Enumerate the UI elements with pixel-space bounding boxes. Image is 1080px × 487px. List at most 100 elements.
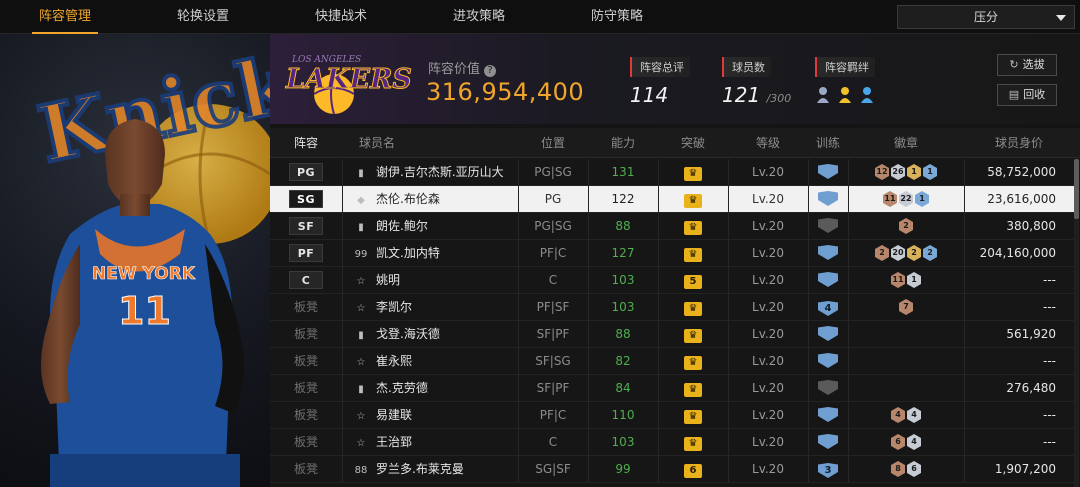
col-position[interactable]: 位置: [518, 128, 588, 158]
lineup-slot-cell[interactable]: 板凳: [270, 321, 342, 347]
breakthrough-cell[interactable]: ♛: [658, 348, 728, 374]
training-cell[interactable]: [808, 429, 848, 455]
lineup-slot-cell[interactable]: 板凳: [270, 456, 342, 482]
badges-cell[interactable]: [848, 348, 964, 374]
breakthrough-cell[interactable]: 5: [658, 267, 728, 293]
tab-lineup-management[interactable]: 阵容管理: [10, 0, 120, 34]
lineup-slot-cell[interactable]: 板凳: [270, 294, 342, 320]
badges-cell[interactable]: 11 22 1: [848, 186, 964, 212]
bench-label: 板凳: [293, 327, 318, 341]
table-scrollbar[interactable]: [1074, 159, 1079, 487]
badges-cell[interactable]: 2: [848, 213, 964, 239]
breakthrough-cell[interactable]: 6: [658, 456, 728, 482]
breakthrough-cell[interactable]: ♛: [658, 294, 728, 320]
tab-rotation-settings[interactable]: 轮换设置: [148, 0, 258, 34]
badges-cell[interactable]: [848, 375, 964, 401]
select-button[interactable]: ↻ 选拔: [997, 54, 1057, 76]
badges-cell[interactable]: [848, 321, 964, 347]
player-name-cell[interactable]: ☆ 易建联: [342, 402, 518, 428]
training-cell[interactable]: 4: [808, 294, 848, 320]
badges-cell[interactable]: 86: [848, 456, 964, 482]
training-cell[interactable]: [808, 375, 848, 401]
training-cell[interactable]: [808, 240, 848, 266]
table-row[interactable]: 板凳 ☆ 崔永熙 SF|SG 82 ♛ Lv.20 ---: [270, 348, 1074, 375]
breakthrough-cell[interactable]: ♛: [658, 240, 728, 266]
col-ability[interactable]: 能力: [588, 128, 658, 158]
bronze-badge-icon: 2: [875, 245, 889, 261]
player-name-cell[interactable]: ☆ 崔永熙: [342, 348, 518, 374]
table-row[interactable]: 板凳 ▮ 戈登.海沃德 SF|PF 88 ♛ Lv.20 561,920: [270, 321, 1074, 348]
lineup-slot-cell[interactable]: SG: [270, 186, 342, 212]
lineup-slot-cell[interactable]: SF: [270, 213, 342, 239]
training-cell[interactable]: [808, 267, 848, 293]
tab-quick-tactics[interactable]: 快捷战术: [286, 0, 396, 34]
tab-defense-strategy[interactable]: 防守策略: [562, 0, 672, 34]
player-name-cell[interactable]: ▮ 朗佐.鲍尔: [342, 213, 518, 239]
player-name-cell[interactable]: ☆ 姚明: [342, 267, 518, 293]
badges-cell[interactable]: 7: [848, 294, 964, 320]
table-row[interactable]: 板凳 88 罗兰多.布莱克曼 SG|SF 99 6 Lv.20 3 8 6 1,907,200: [270, 456, 1074, 483]
badges-cell[interactable]: 64: [848, 429, 964, 455]
col-player-value[interactable]: 球员身价: [964, 128, 1074, 158]
lineup-slot-cell[interactable]: 板凳: [270, 375, 342, 401]
lineup-slot-cell[interactable]: PG: [270, 159, 342, 185]
player-name-cell[interactable]: 99 凯文.加内特: [342, 240, 518, 266]
col-breakthrough[interactable]: 突破: [658, 128, 728, 158]
player-name-cell[interactable]: ▮ 杰.克劳德: [342, 375, 518, 401]
table-row[interactable]: 板凳 ☆ 李凯尔 PF|SF 103 ♛ Lv.20 4 7 ---: [270, 294, 1074, 321]
player-position: PG|SG: [534, 165, 572, 179]
training-cell[interactable]: [808, 402, 848, 428]
player-name-cell[interactable]: ☆ 李凯尔: [342, 294, 518, 320]
col-lineup[interactable]: 阵容: [270, 128, 342, 158]
breakthrough-cell[interactable]: ♛: [658, 429, 728, 455]
roster-table: 阵容 球员名 位置 能力 突破 等级 训练 徽章 球员身价 PG ▮ 谢伊.吉尔杰斯…: [270, 128, 1080, 487]
training-cell[interactable]: [808, 213, 848, 239]
lineup-slot-cell[interactable]: 板凳: [270, 348, 342, 374]
sort-dropdown[interactable]: 压分: [897, 5, 1075, 29]
training-cell[interactable]: [808, 321, 848, 347]
badges-cell[interactable]: 44: [848, 402, 964, 428]
recycle-button[interactable]: ▤ 回收: [997, 84, 1057, 106]
training-cell[interactable]: [808, 348, 848, 374]
breakthrough-cell[interactable]: ♛: [658, 375, 728, 401]
help-icon[interactable]: ?: [484, 65, 497, 77]
col-level[interactable]: 等级: [728, 128, 808, 158]
table-row[interactable]: SG ◆ 杰伦.布伦森 PG 122 ♛ Lv.20 11 22 1 23,616,000: [270, 186, 1074, 213]
badges-cell[interactable]: 12 26 1 1: [848, 159, 964, 185]
player-name-cell[interactable]: ▮ 戈登.海沃德: [342, 321, 518, 347]
lineup-slot-cell[interactable]: PF: [270, 240, 342, 266]
lineup-slot-cell[interactable]: C: [270, 267, 342, 293]
player-value: ---: [1043, 354, 1056, 368]
bench-label: 板凳: [293, 354, 318, 368]
breakthrough-cell[interactable]: ♛: [658, 402, 728, 428]
breakthrough-cell[interactable]: ♛: [658, 186, 728, 212]
player-name-cell[interactable]: ☆ 王治郅: [342, 429, 518, 455]
training-cell[interactable]: 3: [808, 456, 848, 482]
player-name-cell[interactable]: ▮ 谢伊.吉尔杰斯.亚历山大: [342, 159, 518, 185]
player-name-cell[interactable]: ◆ 杰伦.布伦森: [342, 186, 518, 212]
training-shield-icon: 4: [818, 301, 838, 316]
table-row[interactable]: SF ▮ 朗佐.鲍尔 PG|SG 88 ♛ Lv.20 2 380,800: [270, 213, 1074, 240]
table-row[interactable]: 板凳 ☆ 易建联 PF|C 110 ♛ Lv.20 4 4 ---: [270, 402, 1074, 429]
breakthrough-cell[interactable]: ♛: [658, 159, 728, 185]
badges-cell[interactable]: 2 20 2 2: [848, 240, 964, 266]
col-player-name[interactable]: 球员名: [342, 128, 412, 158]
lineup-slot-cell[interactable]: 板凳: [270, 402, 342, 428]
badges-cell[interactable]: 11 1: [848, 267, 964, 293]
table-row[interactable]: PG ▮ 谢伊.吉尔杰斯.亚历山大 PG|SG 131 ♛ Lv.20 12 26 1 1 58,75…: [270, 159, 1074, 186]
player-name-cell[interactable]: 88 罗兰多.布莱克曼: [342, 456, 518, 482]
bond-icons[interactable]: [815, 85, 887, 109]
breakthrough-cell[interactable]: ♛: [658, 321, 728, 347]
lineup-slot-cell[interactable]: 板凳: [270, 429, 342, 455]
training-cell[interactable]: [808, 186, 848, 212]
scrollbar-thumb[interactable]: [1074, 159, 1079, 219]
col-training[interactable]: 训练: [808, 128, 848, 158]
tab-offense-strategy[interactable]: 进攻策略: [424, 0, 534, 34]
breakthrough-cell[interactable]: ♛: [658, 213, 728, 239]
table-row[interactable]: 板凳 ☆ 王治郅 C 103 ♛ Lv.20 6 4 ---: [270, 429, 1074, 456]
table-row[interactable]: 板凳 ▮ 杰.克劳德 SF|PF 84 ♛ Lv.20 276,480: [270, 375, 1074, 402]
table-row[interactable]: C ☆ 姚明 C 103 5 Lv.20 11 1 ---: [270, 267, 1074, 294]
col-badges[interactable]: 徽章: [848, 128, 964, 158]
table-row[interactable]: PF 99 凯文.加内特 PF|C 127 ♛ Lv.20 2 20 2 2 204,160,000: [270, 240, 1074, 267]
training-cell[interactable]: [808, 159, 848, 185]
